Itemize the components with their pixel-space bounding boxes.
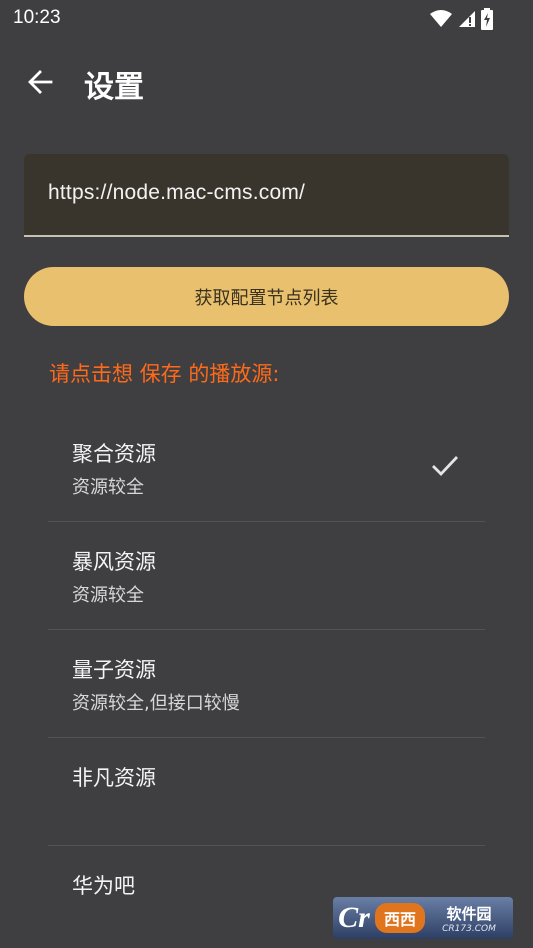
signal-icon bbox=[459, 11, 475, 27]
source-name: 华为吧 bbox=[72, 874, 135, 898]
arrow-left-icon bbox=[28, 70, 53, 94]
status-icons bbox=[429, 8, 493, 30]
source-desc: 资源较全 bbox=[72, 477, 144, 498]
list-item[interactable]: 聚合资源 资源较全 bbox=[48, 414, 485, 522]
fetch-config-button[interactable]: 获取配置节点列表 bbox=[24, 267, 509, 326]
wifi-icon bbox=[430, 10, 452, 27]
watermark-url: CR173.COM bbox=[442, 923, 496, 934]
list-item[interactable]: 量子资源 资源较全,但接口较慢 bbox=[48, 630, 485, 738]
battery-icon bbox=[481, 8, 493, 30]
source-name: 聚合资源 bbox=[72, 442, 156, 466]
source-list: 聚合资源 资源较全 暴风资源 资源较全 量子资源 资源较全,但接口较慢 非凡资源… bbox=[48, 414, 485, 948]
source-desc: 资源较全 bbox=[72, 585, 144, 606]
status-bar: 10:23 bbox=[0, 0, 533, 36]
source-name: 暴风资源 bbox=[72, 550, 156, 574]
watermark-text: 软件园 CR173.COM bbox=[425, 903, 513, 934]
source-name: 非凡资源 bbox=[72, 766, 156, 790]
check-icon bbox=[432, 456, 459, 477]
source-prompt: 请点击想 保存 的播放源: bbox=[49, 362, 280, 386]
source-desc: 资源较全,但接口较慢 bbox=[72, 693, 240, 714]
status-time: 10:23 bbox=[13, 7, 61, 28]
back-button[interactable] bbox=[22, 64, 58, 100]
url-input[interactable]: https://node.mac-cms.com/ bbox=[24, 154, 509, 237]
app-bar: 设置 bbox=[0, 50, 533, 114]
list-item[interactable]: 非凡资源 bbox=[48, 738, 485, 846]
list-item[interactable]: 暴风资源 资源较全 bbox=[48, 522, 485, 630]
page-title: 设置 bbox=[84, 70, 144, 105]
watermark-name: 软件园 bbox=[446, 904, 492, 923]
watermark-mark: Cr bbox=[338, 901, 370, 934]
source-name: 量子资源 bbox=[72, 658, 156, 682]
watermark-logo: Cr 西西 软件园 CR173.COM bbox=[333, 897, 513, 939]
watermark-site: 西西 bbox=[375, 903, 425, 933]
url-input-value: https://node.mac-cms.com/ bbox=[48, 181, 306, 204]
